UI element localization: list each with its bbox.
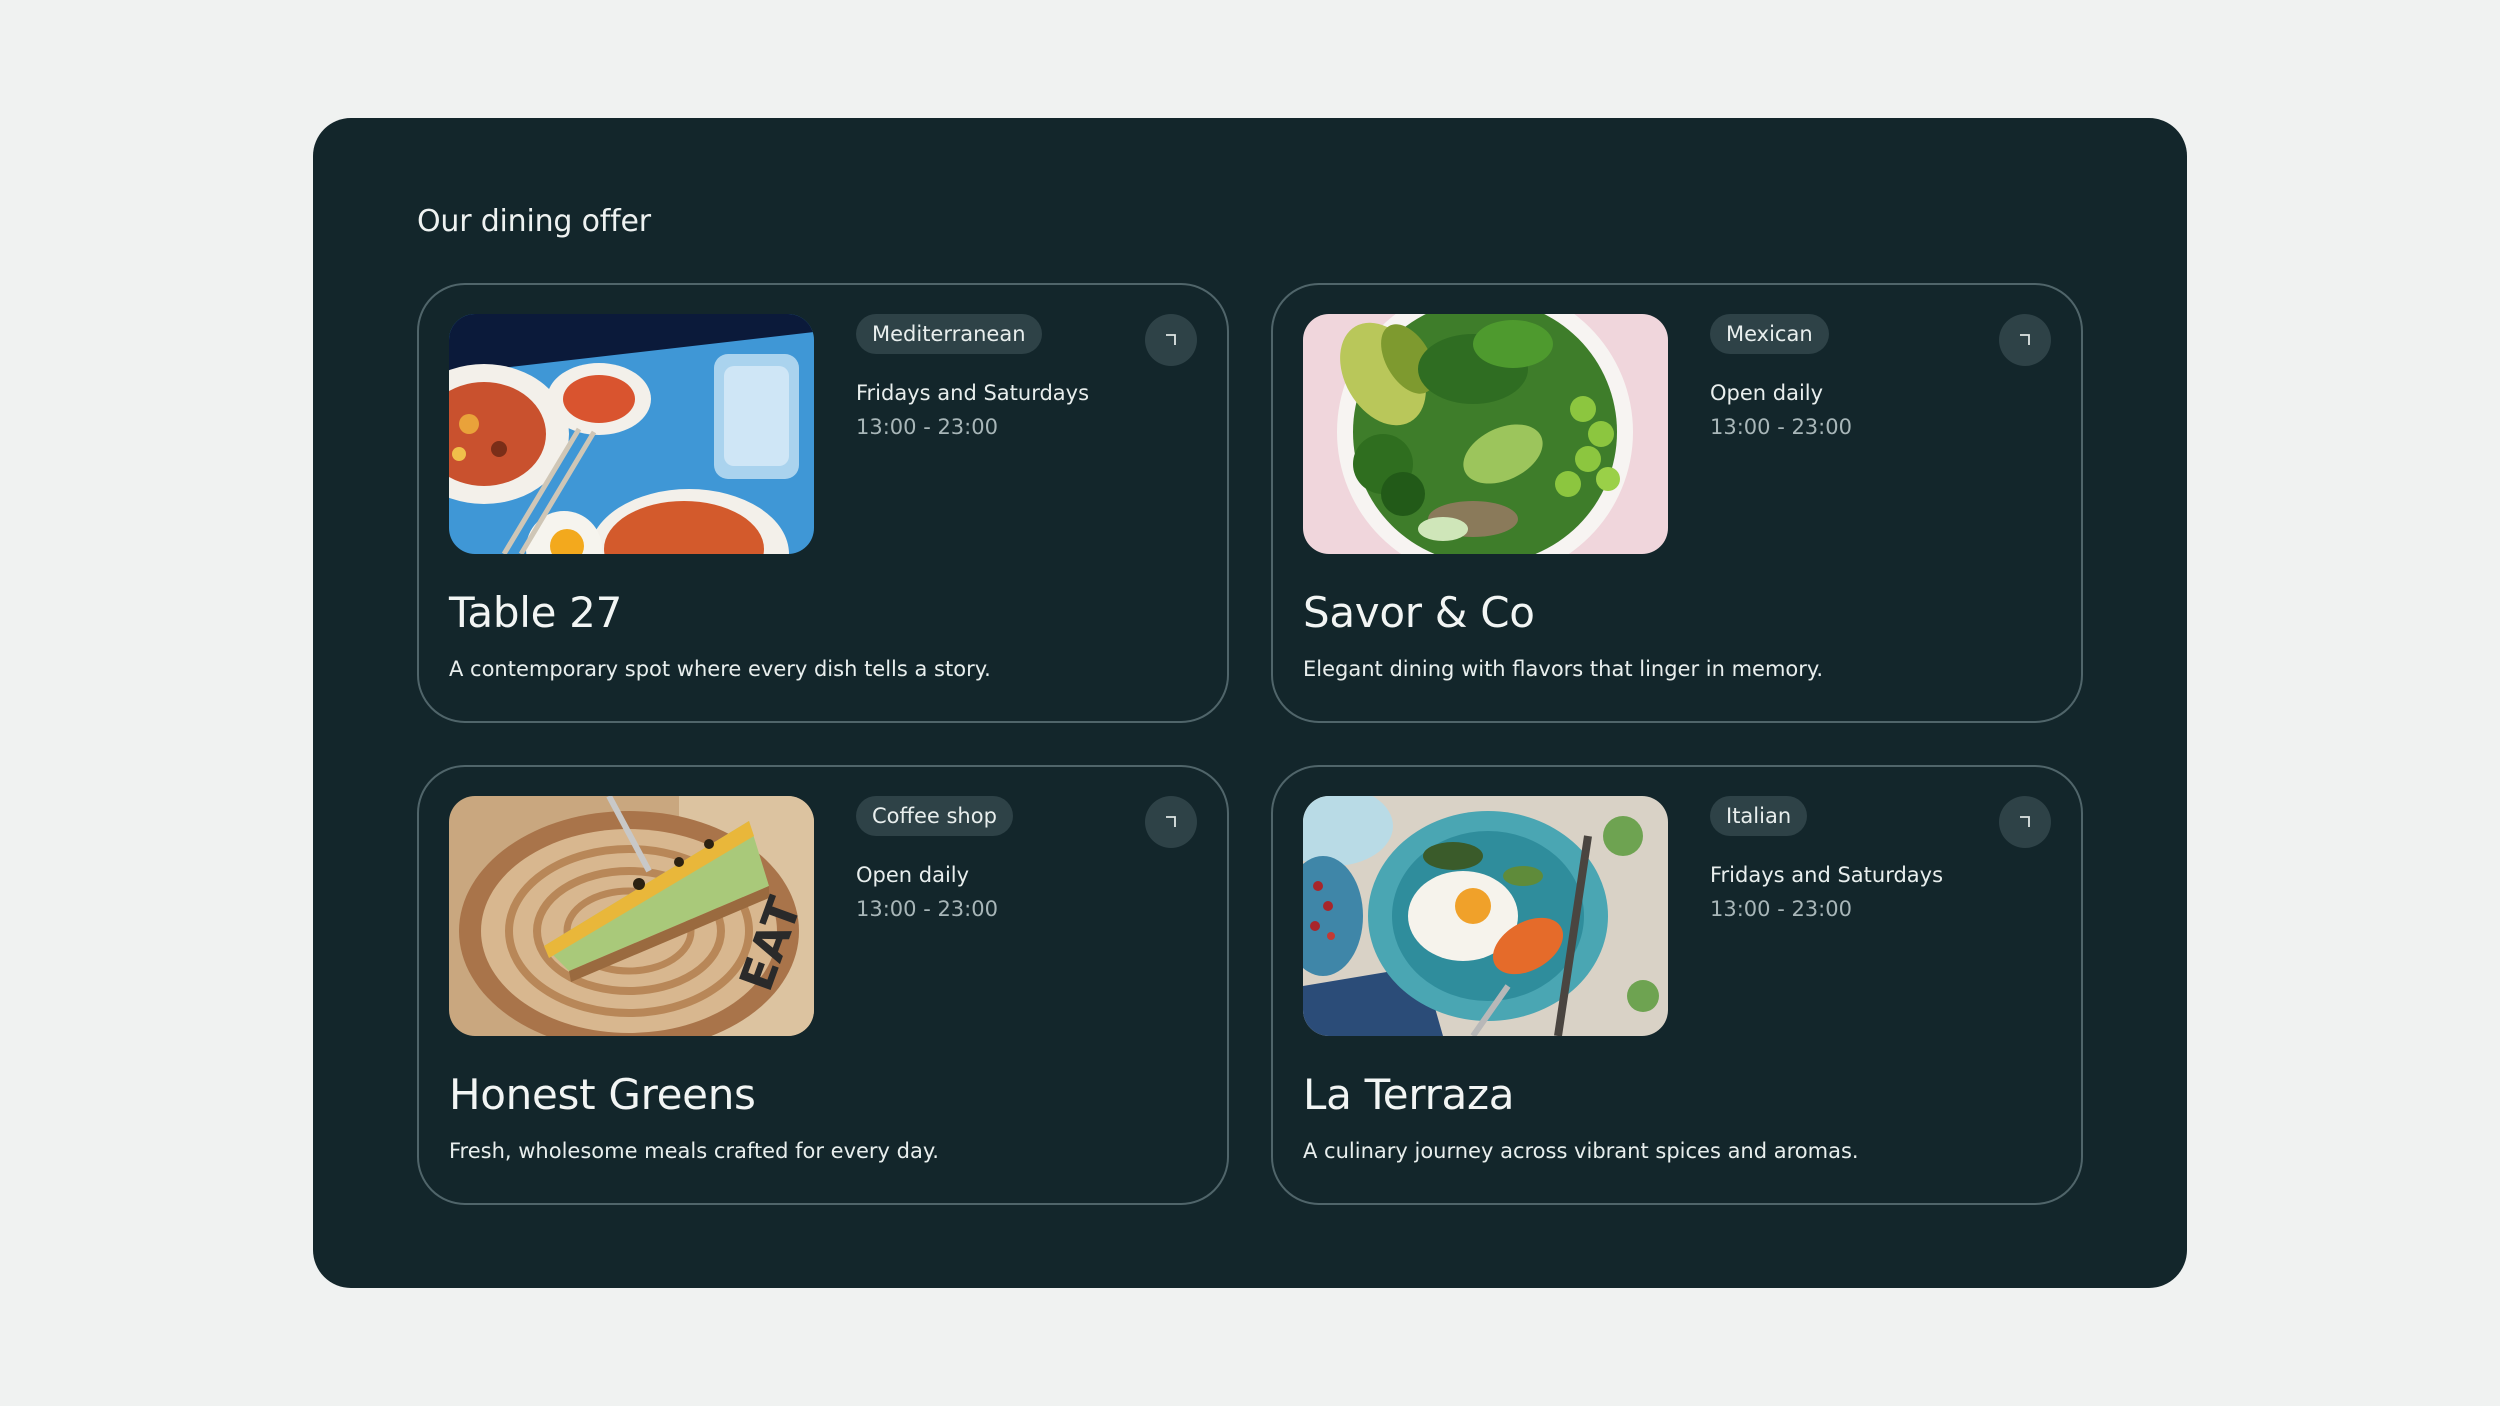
open-arrow-button[interactable] bbox=[1145, 314, 1197, 366]
restaurant-card-savor-co[interactable]: Mexican Open daily 13:00 - 23:00 Savor &… bbox=[1271, 283, 2083, 723]
opening-hours: 13:00 - 23:00 bbox=[1710, 897, 1852, 921]
cuisine-tag: Coffee shop bbox=[856, 796, 1013, 836]
restaurant-name: Honest Greens bbox=[449, 1070, 756, 1119]
cuisine-tag: Italian bbox=[1710, 796, 1808, 836]
restaurant-photo bbox=[449, 314, 814, 554]
dining-panel: Our dining offer Mediterranean Fridays a… bbox=[313, 118, 2187, 1288]
corner-arrow-icon bbox=[2020, 334, 2030, 345]
restaurant-name: Table 27 bbox=[449, 588, 623, 637]
section-title: Our dining offer bbox=[417, 204, 651, 239]
cuisine-tag: Mediterranean bbox=[856, 314, 1042, 354]
open-arrow-button[interactable] bbox=[1145, 796, 1197, 848]
restaurant-photo bbox=[1303, 796, 1668, 1036]
corner-arrow-icon bbox=[1166, 816, 1176, 827]
open-arrow-button[interactable] bbox=[1999, 314, 2051, 366]
restaurant-photo: EAT bbox=[449, 796, 814, 1036]
restaurant-description: A culinary journey across vibrant spices… bbox=[1303, 1139, 1859, 1163]
opening-hours: 13:00 - 23:00 bbox=[856, 897, 998, 921]
restaurant-description: Fresh, wholesome meals crafted for every… bbox=[449, 1139, 939, 1163]
opening-hours: 13:00 - 23:00 bbox=[856, 415, 998, 439]
restaurant-name: Savor & Co bbox=[1303, 588, 1535, 637]
restaurant-name: La Terraza bbox=[1303, 1070, 1515, 1119]
opening-schedule: Fridays and Saturdays bbox=[856, 381, 1090, 405]
opening-schedule: Fridays and Saturdays bbox=[1710, 863, 1944, 887]
restaurant-photo bbox=[1303, 314, 1668, 554]
restaurant-description: Elegant dining with flavors that linger … bbox=[1303, 657, 1824, 681]
restaurant-card-honest-greens[interactable]: EAT Coffee shop Open daily 13:00 - 23:00… bbox=[417, 765, 1229, 1205]
opening-schedule: Open daily bbox=[856, 863, 970, 887]
restaurant-description: A contemporary spot where every dish tel… bbox=[449, 657, 991, 681]
cuisine-tag: Mexican bbox=[1710, 314, 1829, 354]
opening-schedule: Open daily bbox=[1710, 381, 1824, 405]
corner-arrow-icon bbox=[2020, 816, 2030, 827]
restaurant-card-la-terraza[interactable]: Italian Fridays and Saturdays 13:00 - 23… bbox=[1271, 765, 2083, 1205]
opening-hours: 13:00 - 23:00 bbox=[1710, 415, 1852, 439]
corner-arrow-icon bbox=[1166, 334, 1176, 345]
restaurant-card-table-27[interactable]: Mediterranean Fridays and Saturdays 13:0… bbox=[417, 283, 1229, 723]
open-arrow-button[interactable] bbox=[1999, 796, 2051, 848]
